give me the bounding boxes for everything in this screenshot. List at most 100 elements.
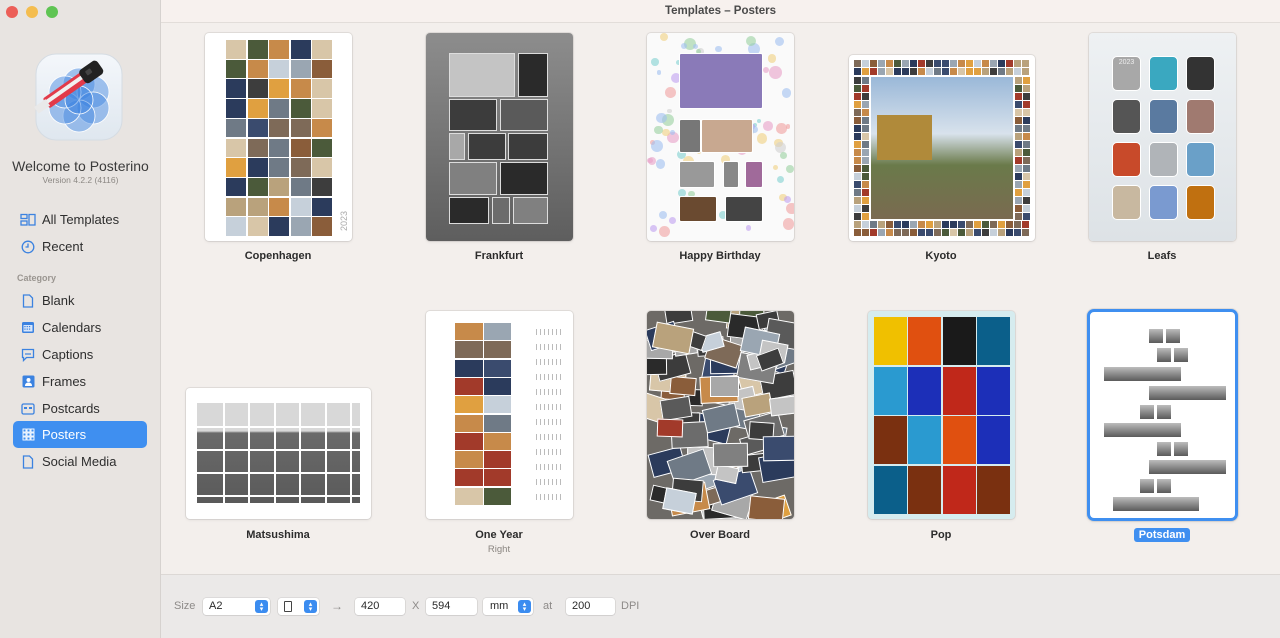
photo-tile <box>455 451 483 469</box>
photo-tile <box>536 434 564 440</box>
photo-tile <box>290 99 311 118</box>
sidebar-item-calendars[interactable]: Calendars <box>13 314 147 341</box>
template-thumbnail-selected[interactable] <box>1087 309 1238 521</box>
sidebar-item-recent[interactable]: Recent <box>13 233 147 260</box>
template-thumbnail[interactable] <box>426 311 573 519</box>
photo-tile: 2023 <box>1112 56 1141 91</box>
sidebar-item-social-media[interactable]: Social Media <box>13 448 147 475</box>
photo-tile <box>1006 229 1013 236</box>
photo-tile <box>1149 142 1178 177</box>
photo-tile <box>966 68 973 75</box>
photo-tile <box>976 416 1010 464</box>
photo-tile <box>247 118 268 138</box>
photo-tile <box>1023 133 1030 140</box>
close-window-button[interactable] <box>6 6 18 18</box>
zoom-window-button[interactable] <box>46 6 58 18</box>
minimize-window-button[interactable] <box>26 6 38 18</box>
photo-tile <box>926 229 933 236</box>
template-thumbnail[interactable]: 2023 <box>205 33 352 241</box>
sidebar-item-postcards[interactable]: Postcards <box>13 395 147 422</box>
template-thumbnail[interactable] <box>647 33 794 241</box>
photo-tile <box>950 68 957 75</box>
template-thumbnail[interactable] <box>868 311 1015 519</box>
orientation-select[interactable]: ▴ ▾ <box>278 598 319 615</box>
photo-tile <box>874 416 907 464</box>
sidebar-item-frames[interactable]: Frames <box>13 368 147 395</box>
template-name: Happy Birthday <box>679 250 761 262</box>
template-thumbnail[interactable] <box>186 388 371 519</box>
sidebar-item-captions[interactable]: Captions <box>13 341 147 368</box>
document-icon <box>20 293 36 309</box>
portrait-orientation-icon <box>284 601 292 612</box>
photo-tile <box>679 53 763 109</box>
photo-tile <box>878 60 885 67</box>
photo-tile <box>484 377 511 395</box>
photo-tile <box>312 118 332 138</box>
photo-tile <box>934 60 941 67</box>
photo-tile <box>269 99 289 118</box>
photo-tile <box>942 68 949 75</box>
photo-tile <box>226 40 246 59</box>
template-thumbnail[interactable] <box>849 55 1035 241</box>
photo-tile <box>312 197 332 217</box>
sidebar-item-all-templates[interactable]: All Templates <box>13 206 147 233</box>
postcard-icon <box>20 401 36 417</box>
photo-tile <box>958 68 965 75</box>
photo-tile <box>854 125 861 132</box>
photo-tile <box>950 229 957 236</box>
sidebar-item-posters[interactable]: Posters <box>13 421 147 448</box>
photo-tile <box>1014 229 1021 236</box>
photo-tile <box>1015 181 1022 188</box>
template-thumbnail[interactable] <box>426 33 573 241</box>
photo-tile <box>1014 221 1021 228</box>
photo-tile <box>910 60 917 67</box>
photo-tile <box>910 229 917 236</box>
photo-tile <box>290 217 311 236</box>
photo-tile <box>862 189 869 196</box>
app-window: Welcome to Posterino Version 4.2.2 (4116… <box>0 0 1280 638</box>
photo-tile <box>449 133 465 160</box>
photo-tile <box>776 122 788 134</box>
photo-tile <box>894 229 901 236</box>
photo-tile <box>926 60 933 67</box>
photo-tile <box>1112 142 1141 177</box>
dpi-input[interactable]: 200 <box>566 598 615 615</box>
photo-tile <box>350 403 352 503</box>
template-name: Kyoto <box>925 250 957 262</box>
photo-tile <box>886 68 893 75</box>
photo-tile <box>484 487 511 505</box>
photo-tile <box>484 396 511 414</box>
unit-select[interactable]: mm ▴ ▾ <box>483 598 533 615</box>
photo-tile <box>910 221 917 228</box>
photo-tile <box>536 389 564 395</box>
photo-tile <box>247 40 268 59</box>
photo-tile <box>226 99 246 118</box>
photo-tile <box>536 494 564 500</box>
photo-tile <box>942 60 949 67</box>
photo-tile <box>966 229 973 236</box>
height-input[interactable]: 594 <box>426 598 477 615</box>
photo-tile <box>1186 56 1215 91</box>
photo-tile <box>966 60 973 67</box>
photo-tile <box>958 221 965 228</box>
template-thumbnail[interactable] <box>647 311 794 519</box>
photo-tile <box>536 449 564 455</box>
photo-tile <box>1186 142 1215 177</box>
photo-tile <box>247 217 268 236</box>
photo-tile <box>1149 329 1163 343</box>
width-input[interactable]: 420 <box>355 598 405 615</box>
photo-tile <box>934 221 941 228</box>
sidebar-item-blank[interactable]: Blank <box>13 287 147 314</box>
template-name: One Year <box>475 529 523 541</box>
photo-tile <box>1174 348 1188 362</box>
photo-tile <box>484 432 511 450</box>
photo-tile <box>312 79 332 98</box>
photo-tile <box>779 152 787 159</box>
photo-tile <box>536 329 564 335</box>
photo-tile <box>484 359 511 377</box>
photo-tile <box>918 229 925 236</box>
template-thumbnail[interactable]: 2023 <box>1089 33 1236 241</box>
photo-tile <box>269 59 289 79</box>
photo-tile <box>974 229 981 236</box>
paper-size-select[interactable]: A2 ▴ ▾ <box>203 598 270 615</box>
